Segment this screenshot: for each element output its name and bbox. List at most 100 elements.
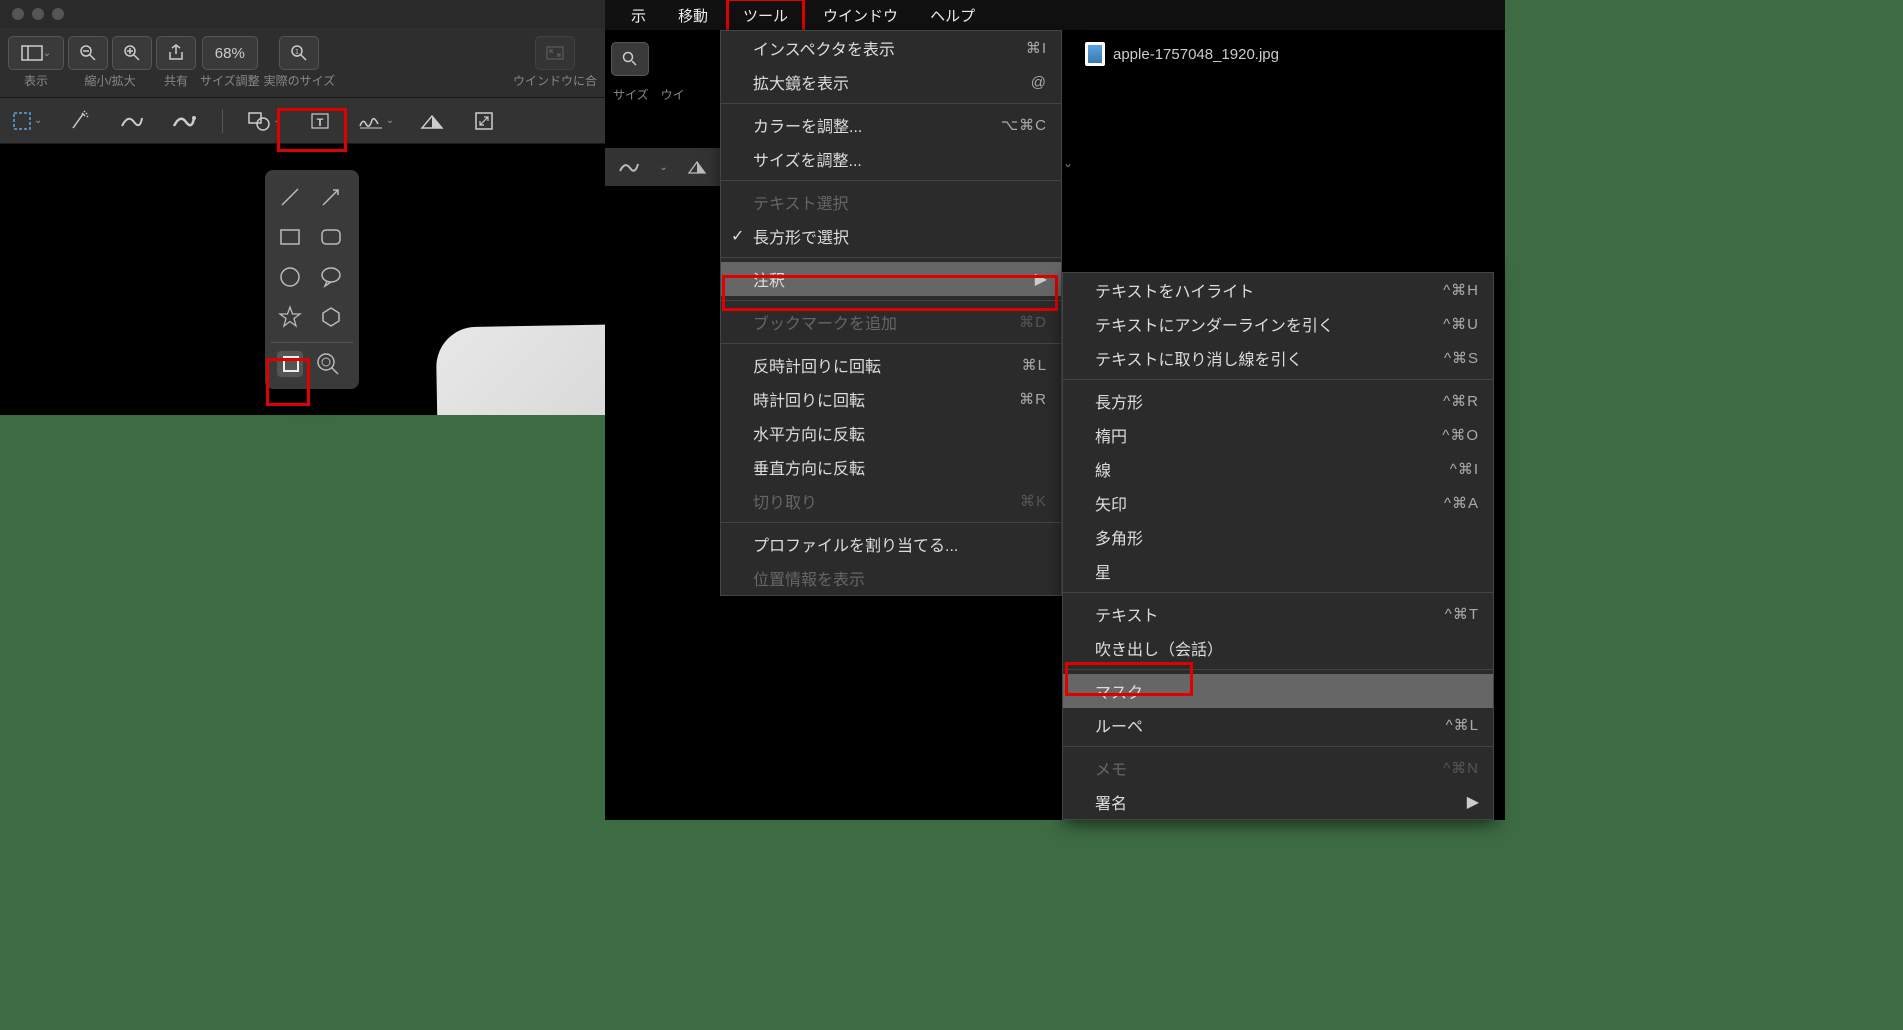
adjust-size-tool[interactable] xyxy=(470,107,498,135)
tools-menu-item[interactable]: サイズを調整... xyxy=(721,142,1061,176)
arrow-shape[interactable] xyxy=(318,184,344,210)
file-icon xyxy=(1085,42,1105,66)
menu-go[interactable]: 移動 xyxy=(664,1,722,30)
line-shape[interactable] xyxy=(277,184,303,210)
annotate-menu-item[interactable]: 吹き出し（会話） xyxy=(1063,631,1493,665)
annotate-menu-label: 署名 xyxy=(1095,790,1127,814)
separator xyxy=(721,343,1061,344)
annotate-menu-item[interactable]: 線^⌘I xyxy=(1063,452,1493,486)
separator xyxy=(1063,746,1493,747)
separator xyxy=(1063,379,1493,380)
menu-window[interactable]: ウインドウ xyxy=(809,1,912,30)
tools-menu-label: 水平方向に反転 xyxy=(753,421,865,445)
tools-menu-item[interactable]: 時計回りに回転⌘R xyxy=(721,382,1061,416)
separator xyxy=(721,103,1061,104)
annotate-menu-item[interactable]: 楕円^⌘O xyxy=(1063,418,1493,452)
tools-menu-label: 長方形で選択 xyxy=(753,224,849,248)
preview-window-right: 示 移動 ツール ウインドウ ヘルプ apple-1757048_1920.jp… xyxy=(605,0,1505,820)
sketch-tool[interactable] xyxy=(118,107,146,135)
annotate-menu-item[interactable]: マスク xyxy=(1063,674,1493,708)
tools-menu-item[interactable]: 垂直方向に反転 xyxy=(721,450,1061,484)
annotate-menu-item[interactable]: ルーペ^⌘L xyxy=(1063,708,1493,742)
chevron-down-icon[interactable]: ⌄ xyxy=(1063,156,1073,170)
speech-bubble-shape[interactable] xyxy=(318,264,344,290)
mask-shape[interactable] xyxy=(277,351,303,377)
selection-tool[interactable]: ⌄ xyxy=(12,111,42,131)
annotate-menu-item[interactable]: 署名▶ xyxy=(1063,785,1493,819)
shapes-popup xyxy=(265,170,359,389)
view-button[interactable]: ⌄ xyxy=(8,36,64,70)
shortcut-text: ^⌘T xyxy=(1445,605,1479,623)
tools-menu-label: ブックマークを追加 xyxy=(753,310,897,334)
adjust-color-tool[interactable] xyxy=(418,107,446,135)
svg-text:1: 1 xyxy=(296,49,300,56)
text-tool[interactable]: T xyxy=(306,107,334,135)
tools-menu-item[interactable]: インスペクタを表示⌘I xyxy=(721,31,1061,65)
actual-size-label: 実際のサイズ xyxy=(264,72,336,89)
shortcut-text: ⌘R xyxy=(1019,390,1047,408)
shortcut-text: ⌘I xyxy=(1026,39,1047,57)
separator xyxy=(1063,669,1493,670)
tools-menu-item[interactable]: プロファイルを割り当てる... xyxy=(721,527,1061,561)
tools-menu-label: カラーを調整... xyxy=(753,113,862,137)
tools-menu-item[interactable]: 反時計回りに回転⌘L xyxy=(721,348,1061,382)
minimize-icon[interactable] xyxy=(32,8,44,20)
tools-menu-item[interactable]: 注釈▶ xyxy=(721,262,1061,296)
share-label: 共有 xyxy=(164,72,188,89)
zoom-percent-button[interactable]: 68% xyxy=(202,36,258,70)
tools-menu-item[interactable]: カラーを調整...⌥⌘C xyxy=(721,108,1061,142)
annotate-menu-item[interactable]: テキストをハイライト^⌘H xyxy=(1063,273,1493,307)
tools-menu-item[interactable]: 拡大鏡を表示@ xyxy=(721,65,1061,99)
annotate-menu-label: 吹き出し（会話） xyxy=(1095,636,1223,660)
menu-help[interactable]: ヘルプ xyxy=(916,1,989,30)
zoom-icon[interactable] xyxy=(52,8,64,20)
share-button[interactable] xyxy=(156,36,196,70)
annotate-menu-item[interactable]: 星 xyxy=(1063,554,1493,588)
zoom-in-button[interactable] xyxy=(112,36,152,70)
chevron-down-icon: ⌄ xyxy=(386,115,394,126)
tools-menu-label: 拡大鏡を表示 xyxy=(753,70,849,94)
draw-icon[interactable] xyxy=(618,159,640,175)
filename-bar: apple-1757048_1920.jpg xyxy=(1085,42,1279,66)
separator xyxy=(271,342,353,343)
shortcut-text: ⌘K xyxy=(1020,492,1047,510)
rounded-rectangle-shape[interactable] xyxy=(318,224,344,250)
separator xyxy=(721,180,1061,181)
separator xyxy=(721,300,1061,301)
fit-window-button[interactable] xyxy=(535,36,575,70)
annotate-menu-item[interactable]: 多角形 xyxy=(1063,520,1493,554)
draw-tool[interactable] xyxy=(170,107,198,135)
annotate-menu-item[interactable]: テキストに取り消し線を引く^⌘S xyxy=(1063,341,1493,375)
ellipse-shape[interactable] xyxy=(277,264,303,290)
menu-tools[interactable]: ツール xyxy=(726,0,805,33)
annotate-menu-label: 多角形 xyxy=(1095,525,1143,549)
markup-toolbar: ⌄ ⌄ T ⌄ xyxy=(0,98,605,144)
menubar: 示 移動 ツール ウインドウ ヘルプ xyxy=(605,0,1505,30)
rectangle-shape[interactable] xyxy=(277,224,303,250)
annotate-menu-label: 長方形 xyxy=(1095,389,1143,413)
star-shape[interactable] xyxy=(277,304,303,330)
hexagon-shape[interactable] xyxy=(318,304,344,330)
adjust-icon[interactable] xyxy=(687,159,707,175)
menu-view[interactable]: 示 xyxy=(617,1,660,30)
instant-alpha-tool[interactable] xyxy=(66,107,94,135)
tools-menu-item[interactable]: ✓長方形で選択 xyxy=(721,219,1061,253)
sign-tool[interactable]: ⌄ xyxy=(358,112,394,130)
annotate-menu-item[interactable]: テキスト^⌘T xyxy=(1063,597,1493,631)
tools-menu-item[interactable]: 水平方向に反転 xyxy=(721,416,1061,450)
actual-size-button[interactable]: 1 xyxy=(279,36,319,70)
search-button[interactable] xyxy=(611,42,649,76)
annotate-menu-label: 楕円 xyxy=(1095,423,1127,447)
zoom-out-button[interactable] xyxy=(68,36,108,70)
annotate-menu-item[interactable]: テキストにアンダーラインを引く^⌘U xyxy=(1063,307,1493,341)
shapes-tool[interactable]: ⌄ xyxy=(247,111,281,131)
separator xyxy=(721,522,1061,523)
annotate-menu-item[interactable]: 長方形^⌘R xyxy=(1063,384,1493,418)
tools-menu: インスペクタを表示⌘I拡大鏡を表示@カラーを調整...⌥⌘Cサイズを調整...テ… xyxy=(720,30,1062,596)
annotate-menu-item[interactable]: 矢印^⌘A xyxy=(1063,486,1493,520)
filename-text: apple-1757048_1920.jpg xyxy=(1113,46,1279,63)
close-icon[interactable] xyxy=(12,8,24,20)
loupe-shape[interactable] xyxy=(315,351,341,377)
separator xyxy=(1063,592,1493,593)
shortcut-text: ^⌘N xyxy=(1443,759,1479,777)
